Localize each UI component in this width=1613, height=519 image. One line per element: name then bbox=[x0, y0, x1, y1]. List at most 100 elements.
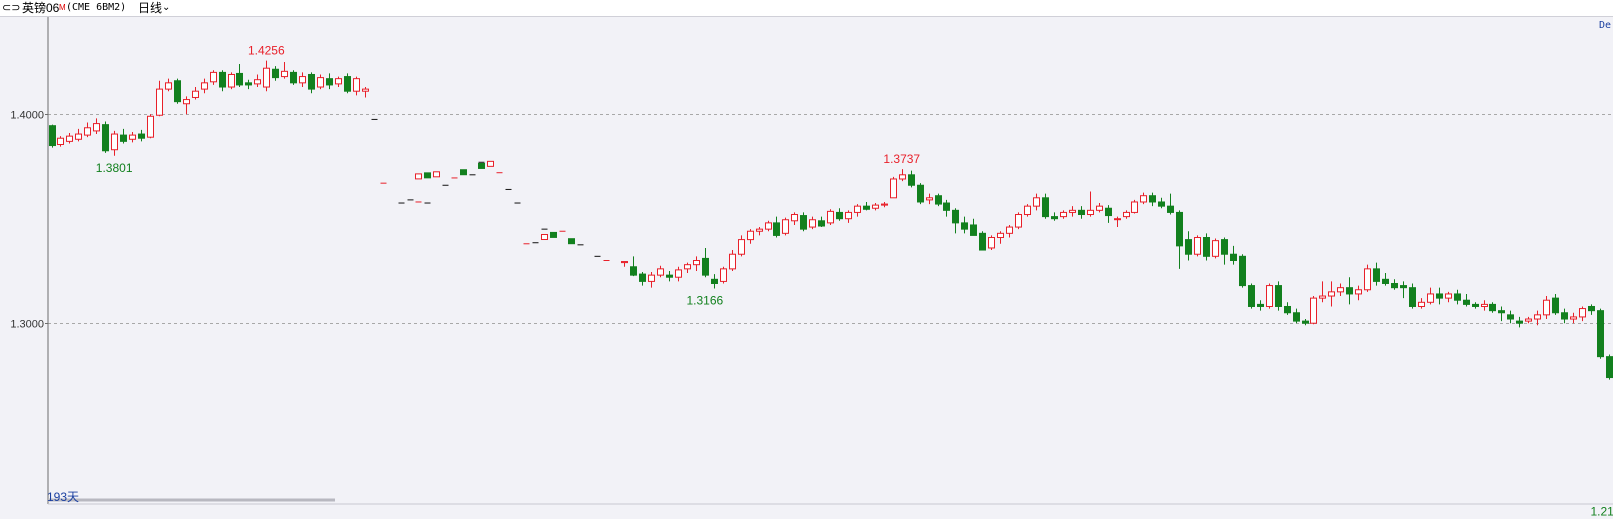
candle-up bbox=[228, 73, 235, 88]
period-selector[interactable]: 日线 bbox=[138, 0, 162, 16]
candle-up bbox=[57, 137, 64, 145]
candle-up bbox=[1525, 318, 1532, 322]
candle-up bbox=[1131, 201, 1138, 213]
candle-down bbox=[800, 215, 807, 230]
candle-up bbox=[1570, 316, 1577, 320]
y-axis: 1.3000 1.4000 bbox=[10, 17, 1613, 505]
candle-gap bbox=[478, 162, 485, 169]
candle-down bbox=[1078, 209, 1085, 216]
candle-up bbox=[1337, 287, 1344, 293]
link-icon[interactable]: ⊂⊃ bbox=[2, 0, 20, 16]
candle-gap bbox=[541, 234, 548, 241]
candle-down bbox=[863, 205, 870, 210]
candle-down bbox=[630, 266, 637, 276]
candle-down bbox=[1606, 356, 1613, 379]
candle-up bbox=[809, 219, 816, 228]
candle-up bbox=[201, 82, 208, 90]
candle-down bbox=[174, 80, 181, 103]
candle-up bbox=[1364, 268, 1371, 291]
candle-down bbox=[917, 184, 924, 203]
candle-up bbox=[899, 174, 906, 180]
extreme-label: 1.3166 bbox=[686, 294, 723, 308]
candle-down bbox=[1248, 285, 1255, 307]
y-tick-label: 1.3000 bbox=[10, 319, 44, 331]
candle-up bbox=[693, 260, 700, 266]
candle-up bbox=[66, 135, 73, 142]
candle-down bbox=[666, 274, 673, 278]
symbol-name[interactable]: 英镑06 bbox=[22, 0, 59, 16]
extreme-label: 1.3801 bbox=[96, 161, 133, 175]
candle-up bbox=[1310, 297, 1317, 324]
extreme-label: 1.4256 bbox=[248, 44, 285, 58]
extreme-label: 1.2156 bbox=[1590, 505, 1613, 519]
candle-up bbox=[791, 214, 798, 222]
candle-down bbox=[1149, 195, 1156, 203]
candle-down bbox=[138, 133, 145, 139]
candle-up bbox=[281, 70, 288, 78]
candle-down bbox=[1409, 287, 1416, 307]
candle-down bbox=[1158, 201, 1165, 207]
corner-label: De bbox=[1598, 20, 1611, 31]
candle-down bbox=[1042, 197, 1049, 218]
candle-down bbox=[290, 71, 297, 84]
candle-up bbox=[1418, 301, 1425, 307]
candle-up bbox=[684, 264, 691, 270]
candle-up bbox=[1096, 205, 1103, 211]
candle-down bbox=[1552, 297, 1559, 314]
chevron-down-icon[interactable]: ⌄ bbox=[162, 0, 170, 16]
candle-down bbox=[908, 174, 915, 186]
candle-up bbox=[299, 76, 306, 84]
candle-down bbox=[1275, 285, 1282, 307]
candle-down bbox=[1454, 293, 1461, 301]
candle-up bbox=[147, 115, 154, 138]
candle-up bbox=[827, 210, 834, 224]
candle-up bbox=[1543, 299, 1550, 316]
candle-down bbox=[935, 195, 942, 205]
candle-down bbox=[1284, 305, 1291, 314]
candle-down bbox=[308, 73, 315, 90]
candle-down bbox=[1302, 320, 1309, 324]
candle-down bbox=[1597, 310, 1604, 358]
candle-down bbox=[1176, 211, 1183, 247]
candle-up bbox=[747, 230, 754, 241]
candle-up bbox=[890, 178, 897, 199]
candle-down bbox=[1239, 255, 1246, 287]
candle-up bbox=[854, 205, 861, 213]
candle-down bbox=[1463, 299, 1470, 305]
candle-up bbox=[1123, 211, 1130, 218]
candle-up bbox=[1069, 209, 1076, 213]
candle-up bbox=[1328, 291, 1335, 297]
candle-down bbox=[1105, 207, 1112, 217]
candle-up bbox=[362, 88, 369, 92]
candle-down bbox=[1588, 305, 1595, 312]
candle-up bbox=[165, 82, 172, 90]
candle-up bbox=[84, 127, 91, 136]
candle-up bbox=[648, 274, 655, 282]
candle-up bbox=[317, 77, 324, 88]
candle-gap bbox=[415, 173, 422, 180]
candle-down bbox=[1400, 285, 1407, 289]
candle-down bbox=[961, 222, 968, 230]
candle-down bbox=[1185, 239, 1192, 255]
candle-down bbox=[1221, 239, 1228, 255]
candle-down bbox=[1167, 205, 1174, 213]
candle-gap bbox=[487, 160, 494, 167]
candle-down bbox=[326, 78, 333, 86]
candle-gap bbox=[424, 172, 431, 179]
candle-up bbox=[1212, 240, 1219, 257]
candle-down bbox=[344, 76, 351, 92]
candle-up bbox=[1140, 195, 1147, 203]
candle-up bbox=[1087, 209, 1094, 216]
days-count-label: 193天 bbox=[47, 490, 80, 504]
candle-up bbox=[1194, 237, 1201, 255]
candle-down bbox=[236, 72, 243, 86]
candle-down bbox=[1203, 237, 1210, 257]
candle-up bbox=[75, 133, 82, 140]
candle-gap bbox=[460, 169, 467, 176]
candle-down bbox=[272, 68, 279, 79]
candle-up bbox=[756, 228, 763, 232]
candle-up bbox=[1114, 218, 1121, 221]
candle-down bbox=[818, 220, 825, 227]
candlestick-chart[interactable]: 1.3000 1.4000 1.4256 1.3801 1.3737 1.3166 1.2… bbox=[0, 17, 1613, 519]
candle-down bbox=[979, 232, 986, 251]
